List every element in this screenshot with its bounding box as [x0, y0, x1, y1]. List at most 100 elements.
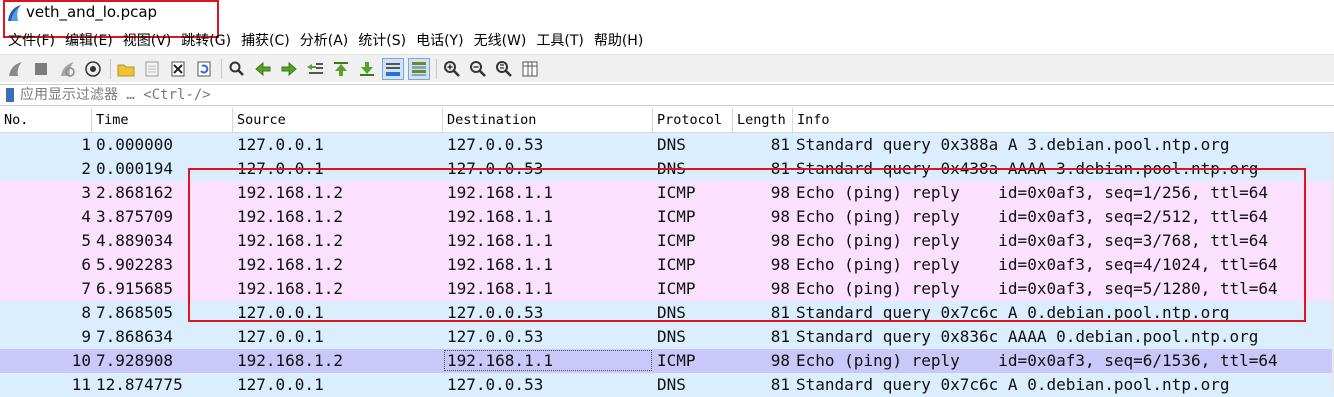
column-header-label: No. [4, 112, 29, 128]
packet-no: 6 [81, 255, 91, 274]
menu-item[interactable]: 跳转(G) [181, 30, 231, 50]
packet-info: Standard query 0x388a A 3.debian.pool.nt… [796, 135, 1230, 154]
resize-columns-icon[interactable] [519, 58, 541, 80]
packet-time: 12.874775 [96, 375, 183, 394]
main-toolbar [0, 54, 1334, 82]
menu-item[interactable]: 统计(S) [358, 30, 406, 50]
go-first-icon[interactable] [330, 58, 352, 80]
packet-length: 81 [770, 375, 790, 394]
packet-destination: 127.0.0.53 [447, 327, 544, 346]
display-filter-bar [0, 84, 1334, 106]
packet-time: 7.868505 [96, 303, 174, 322]
packet-length: 98 [770, 351, 790, 370]
go-to-packet-icon[interactable] [304, 58, 326, 80]
column-header-info[interactable]: Info [793, 108, 1334, 132]
zoom-in-icon[interactable] [441, 58, 463, 80]
packet-no: 4 [81, 207, 91, 226]
column-header-label: Protocol [657, 112, 723, 128]
packet-info: Standard query 0x836c AAAA 0.debian.pool… [796, 327, 1259, 346]
packet-time: 0.000194 [96, 159, 174, 178]
toolbar-separator [110, 58, 111, 79]
menu-item[interactable]: 视图(V) [123, 30, 172, 50]
restart-capture-icon[interactable] [56, 58, 78, 80]
packet-row[interactable]: 10 7.928908 192.168.1.2 192.168.1.1 ICMP 98 Ec… [0, 349, 1334, 373]
column-header-label: Source [237, 112, 286, 128]
packet-info: Echo (ping) reply id=0x0af3, seq=6/1536,… [796, 351, 1278, 370]
toolbar-separator [436, 58, 437, 79]
capture-options-icon[interactable] [82, 58, 104, 80]
packet-time: 2.868162 [96, 183, 174, 202]
packet-time: 0.000000 [96, 135, 174, 154]
column-header-label: Time [96, 112, 129, 128]
packet-no: 8 [81, 303, 91, 322]
packet-time: 4.889034 [96, 231, 174, 250]
menu-item[interactable]: 无线(W) [474, 30, 527, 50]
find-packet-icon[interactable] [226, 58, 248, 80]
packet-protocol: DNS [657, 135, 686, 154]
packet-length: 81 [770, 327, 790, 346]
column-header-source[interactable]: Source [233, 108, 443, 132]
packet-list-header: No. Time Source Destination Protocol Len… [0, 108, 1334, 133]
column-header-no[interactable]: No. [0, 108, 92, 132]
packet-time: 7.928908 [96, 351, 174, 370]
packet-no: 10 [71, 351, 91, 370]
menu-item[interactable]: 捕获(C) [241, 30, 290, 50]
packet-source: 192.168.1.2 [237, 351, 343, 370]
menu-item[interactable]: 分析(A) [300, 30, 349, 50]
packet-no: 1 [81, 135, 91, 154]
column-header-length[interactable]: Length [733, 108, 793, 132]
packet-no: 3 [81, 183, 91, 202]
packet-no: 2 [81, 159, 91, 178]
reload-file-icon[interactable] [193, 58, 215, 80]
packet-time: 6.915685 [96, 279, 174, 298]
go-back-icon[interactable] [252, 58, 274, 80]
packet-length: 81 [770, 135, 790, 154]
close-file-icon[interactable] [167, 58, 189, 80]
autoscroll-icon[interactable] [382, 57, 404, 80]
column-header-protocol[interactable]: Protocol [653, 108, 733, 132]
packet-info: Standard query 0x7c6c A 0.debian.pool.nt… [796, 375, 1230, 394]
packet-time: 3.875709 [96, 207, 174, 226]
menu-bar: 文件(F) 编辑(E) 视图(V) 跳转(G) 捕获(C) 分析(A) 统计(S) 电话(Y)… [0, 29, 1334, 51]
display-filter-input[interactable] [20, 87, 620, 103]
packet-no: 5 [81, 231, 91, 250]
column-header-time[interactable]: Time [92, 108, 233, 132]
packet-row[interactable]: 11 12.874775 127.0.0.1 127.0.0.53 DNS 81 Stand… [0, 373, 1334, 397]
menu-item[interactable]: 电话(Y) [416, 30, 463, 50]
packet-protocol: ICMP [657, 351, 696, 370]
packet-source: 127.0.0.1 [237, 135, 324, 154]
packet-time: 5.902283 [96, 255, 174, 274]
packet-source: 127.0.0.1 [237, 327, 324, 346]
column-header-label: Info [797, 112, 830, 128]
zoom-out-icon[interactable] [467, 58, 489, 80]
menu-item[interactable]: 文件(F) [8, 30, 55, 50]
packet-no: 11 [71, 375, 91, 394]
focused-cell-outline [444, 350, 652, 371]
go-forward-icon[interactable] [278, 58, 300, 80]
save-file-icon[interactable] [141, 58, 163, 80]
start-capture-icon[interactable] [4, 58, 26, 80]
menu-item[interactable]: 帮助(H) [594, 30, 643, 50]
packet-source: 127.0.0.1 [237, 375, 324, 394]
zoom-normal-icon[interactable] [493, 58, 515, 80]
colorize-icon[interactable] [408, 57, 430, 80]
packet-no: 7 [81, 279, 91, 298]
column-header-label: Destination [447, 112, 537, 128]
column-header-destination[interactable]: Destination [443, 108, 653, 132]
packet-time: 7.868634 [96, 327, 174, 346]
annotation-box-icmp-rows [188, 168, 1306, 322]
menu-item[interactable]: 编辑(E) [65, 30, 113, 50]
open-file-icon[interactable] [115, 58, 137, 80]
packet-destination: 127.0.0.53 [447, 375, 544, 394]
stop-capture-icon[interactable] [30, 58, 52, 80]
packet-row[interactable]: 9 7.868634 127.0.0.1 127.0.0.53 DNS 81 Standar… [0, 325, 1334, 349]
go-last-icon[interactable] [356, 58, 378, 80]
toolbar-separator [221, 58, 222, 79]
packet-protocol: DNS [657, 327, 686, 346]
bookmark-icon[interactable] [6, 88, 14, 102]
packet-destination: 127.0.0.53 [447, 135, 544, 154]
packet-protocol: DNS [657, 375, 686, 394]
menu-item[interactable]: 工具(T) [536, 30, 583, 50]
packet-no: 9 [81, 327, 91, 346]
packet-row[interactable]: 1 0.000000 127.0.0.1 127.0.0.53 DNS 81 Standar… [0, 133, 1334, 157]
